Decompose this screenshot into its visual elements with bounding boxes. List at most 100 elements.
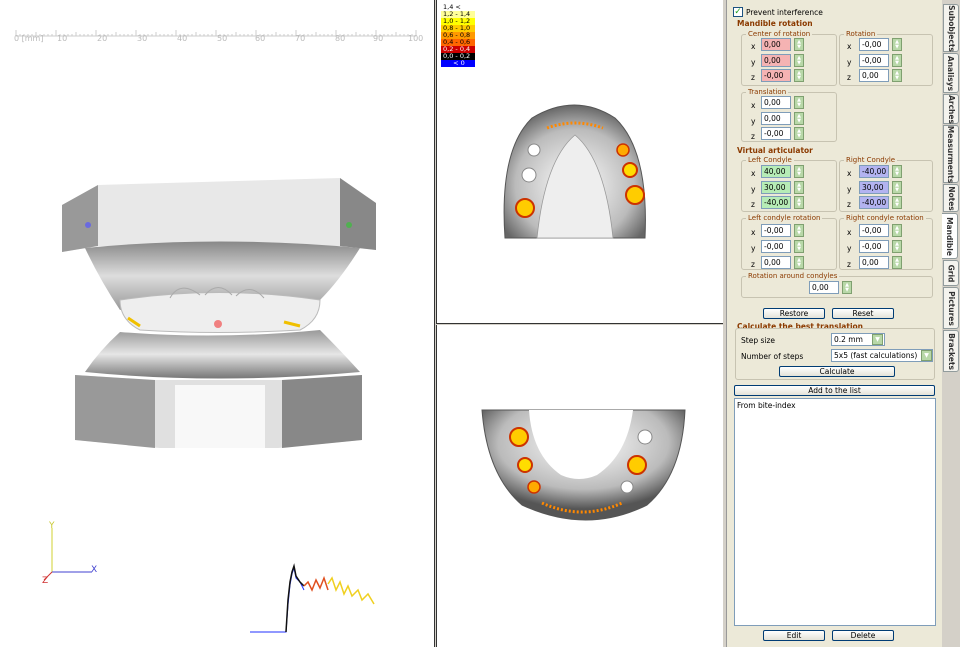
- trans-z-input[interactable]: -0,00: [761, 127, 791, 140]
- axis-label: z: [751, 260, 755, 269]
- rcr-z-spinner[interactable]: ▲ ▼: [892, 256, 902, 269]
- cor-z-spinner[interactable]: ▲ ▼: [794, 69, 804, 82]
- restore-button[interactable]: Restore: [763, 308, 825, 319]
- axis-label: y: [847, 58, 852, 67]
- axis-label: z: [751, 200, 755, 209]
- cor-x-spinner[interactable]: ▲ ▼: [794, 38, 804, 51]
- calculate-button[interactable]: Calculate: [779, 366, 895, 377]
- lcr-y-spinner[interactable]: ▲ ▼: [794, 240, 804, 253]
- rcr-x-spinner[interactable]: ▲ ▼: [892, 224, 902, 237]
- rot-y-input[interactable]: -0,00: [859, 54, 889, 67]
- cor-y-spinner[interactable]: ▲ ▼: [794, 54, 804, 67]
- rcr-y-input[interactable]: -0,00: [859, 240, 889, 253]
- axis-label: y: [751, 117, 756, 126]
- right-condyle-z-spinner[interactable]: ▲ ▼: [892, 196, 902, 209]
- cor-z-input[interactable]: -0,00: [761, 69, 791, 82]
- axis-label: x: [751, 228, 756, 237]
- lower-arch-view[interactable]: [436, 325, 723, 647]
- rotation-around-condyles-input[interactable]: 0,00: [809, 281, 839, 294]
- axis-label: y: [751, 58, 756, 67]
- trans-x-input[interactable]: 0,00: [761, 96, 791, 109]
- rotation-around-condyles-spinner[interactable]: ▲ ▼: [842, 281, 852, 294]
- axis-label: y: [847, 244, 852, 253]
- tab-notes[interactable]: Notes: [943, 184, 959, 212]
- rot-z-spinner[interactable]: ▲ ▼: [892, 69, 902, 82]
- tab-measurments[interactable]: Measurments: [943, 125, 959, 183]
- group-label: Center of rotation: [746, 30, 813, 38]
- step-size-dropdown-icon[interactable]: ▼: [872, 334, 883, 345]
- right-condyle-x-spinner[interactable]: ▲ ▼: [892, 165, 902, 178]
- right-condyle-y-input[interactable]: 30,00: [859, 181, 889, 194]
- cor-y-input[interactable]: 0,00: [761, 54, 791, 67]
- lcr-x-input[interactable]: -0,00: [761, 224, 791, 237]
- left-condyle-z-spinner[interactable]: ▲ ▼: [794, 196, 804, 209]
- trans-x-spinner[interactable]: ▲ ▼: [794, 96, 804, 109]
- axis-label: x: [751, 169, 756, 178]
- reset-button[interactable]: Reset: [832, 308, 894, 319]
- list-item[interactable]: From bite-index: [735, 399, 935, 412]
- left-condyle-z-input[interactable]: -40,00: [761, 196, 791, 209]
- prevent-interference-checkbox[interactable]: ✓: [733, 7, 743, 17]
- axis-label: x: [751, 101, 756, 110]
- positions-list[interactable]: From bite-index: [734, 398, 936, 626]
- right-condyle-x-input[interactable]: -40,00: [859, 165, 889, 178]
- num-steps-select[interactable]: 5x5 (fast calculations): [831, 349, 933, 362]
- axis-label: z: [847, 200, 851, 209]
- right-condyle-z-input[interactable]: -40,00: [859, 196, 889, 209]
- tab-pictures[interactable]: Pictures: [943, 287, 959, 329]
- group-label: Left Condyle: [746, 156, 794, 164]
- tab-brackets[interactable]: Brackets: [943, 330, 959, 372]
- lcr-y-input[interactable]: -0,00: [761, 240, 791, 253]
- tab-label: Mandible: [945, 216, 954, 256]
- tab-subobjects[interactable]: Subobjects: [943, 4, 959, 52]
- tab-label: Notes: [946, 185, 956, 211]
- tab-grid[interactable]: Grid: [943, 260, 959, 286]
- cor-x-input[interactable]: 0,00: [761, 38, 791, 51]
- lcr-z-spinner[interactable]: ▲ ▼: [794, 256, 804, 269]
- left-condyle-x-spinner[interactable]: ▲ ▼: [794, 165, 804, 178]
- tab-label: Pictures: [946, 290, 956, 326]
- left-condyle-y-spinner[interactable]: ▲ ▼: [794, 181, 804, 194]
- axis-label: z: [751, 132, 755, 141]
- left-condyle-y-input[interactable]: 30,00: [761, 181, 791, 194]
- rcr-y-spinner[interactable]: ▲ ▼: [892, 240, 902, 253]
- axis-label: x: [847, 228, 852, 237]
- rot-x-input[interactable]: -0,00: [859, 38, 889, 51]
- left-condyle-x-input[interactable]: 40,00: [761, 165, 791, 178]
- distance-profile-graph: [250, 563, 375, 633]
- viewport-3d[interactable]: 0 [mm] 10 20 30 40 50 60 70 80 90 100 Y …: [0, 0, 435, 647]
- lcr-z-input[interactable]: 0,00: [761, 256, 791, 269]
- axis-label: y: [751, 244, 756, 253]
- group-label: Right condyle rotation: [844, 214, 926, 222]
- vertical-tab-bar: Subobjects Analisys Arches Measurments N…: [942, 0, 960, 647]
- delete-button[interactable]: Delete: [832, 630, 894, 641]
- trans-y-input[interactable]: 0,00: [761, 112, 791, 125]
- upper-arch-model: [503, 104, 646, 239]
- edit-button[interactable]: Edit: [763, 630, 825, 641]
- tab-label: Measurments: [946, 125, 956, 183]
- add-to-list-button[interactable]: Add to the list: [734, 385, 935, 396]
- axis-z-label: Z: [42, 576, 49, 586]
- axis-x-label: X: [91, 565, 98, 575]
- right-condyle-y-spinner[interactable]: ▲ ▼: [892, 181, 902, 194]
- rot-x-spinner[interactable]: ▲ ▼: [892, 38, 902, 51]
- rcr-z-input[interactable]: 0,00: [859, 256, 889, 269]
- rcr-x-input[interactable]: -0,00: [859, 224, 889, 237]
- rot-y-spinner[interactable]: ▲ ▼: [892, 54, 902, 67]
- trans-z-spinner[interactable]: ▲ ▼: [794, 127, 804, 140]
- axis-label: z: [847, 73, 851, 82]
- trans-y-spinner[interactable]: ▲ ▼: [794, 112, 804, 125]
- tab-arches[interactable]: Arches: [943, 94, 959, 124]
- group-label: Rotation: [844, 30, 878, 38]
- axis-label: x: [847, 42, 852, 51]
- mandible-panel: ✓ Prevent interference Mandible rotation…: [726, 0, 942, 647]
- lcr-x-spinner[interactable]: ▲ ▼: [794, 224, 804, 237]
- rot-z-input[interactable]: 0,00: [859, 69, 889, 82]
- group-label: Left condyle rotation: [746, 214, 823, 222]
- tab-analisys[interactable]: Analisys: [943, 53, 959, 93]
- num-steps-dropdown-icon[interactable]: ▼: [921, 350, 932, 361]
- step-size-label: Step size: [741, 336, 776, 345]
- upper-arch-view[interactable]: 1,4 < 1,2 - 1,4 1,0 - 1,2 0,8 - 1,0 0,6 …: [436, 0, 723, 324]
- section-virtual-articulator: Virtual articulator: [737, 146, 813, 155]
- tab-mandible[interactable]: Mandible: [942, 213, 958, 259]
